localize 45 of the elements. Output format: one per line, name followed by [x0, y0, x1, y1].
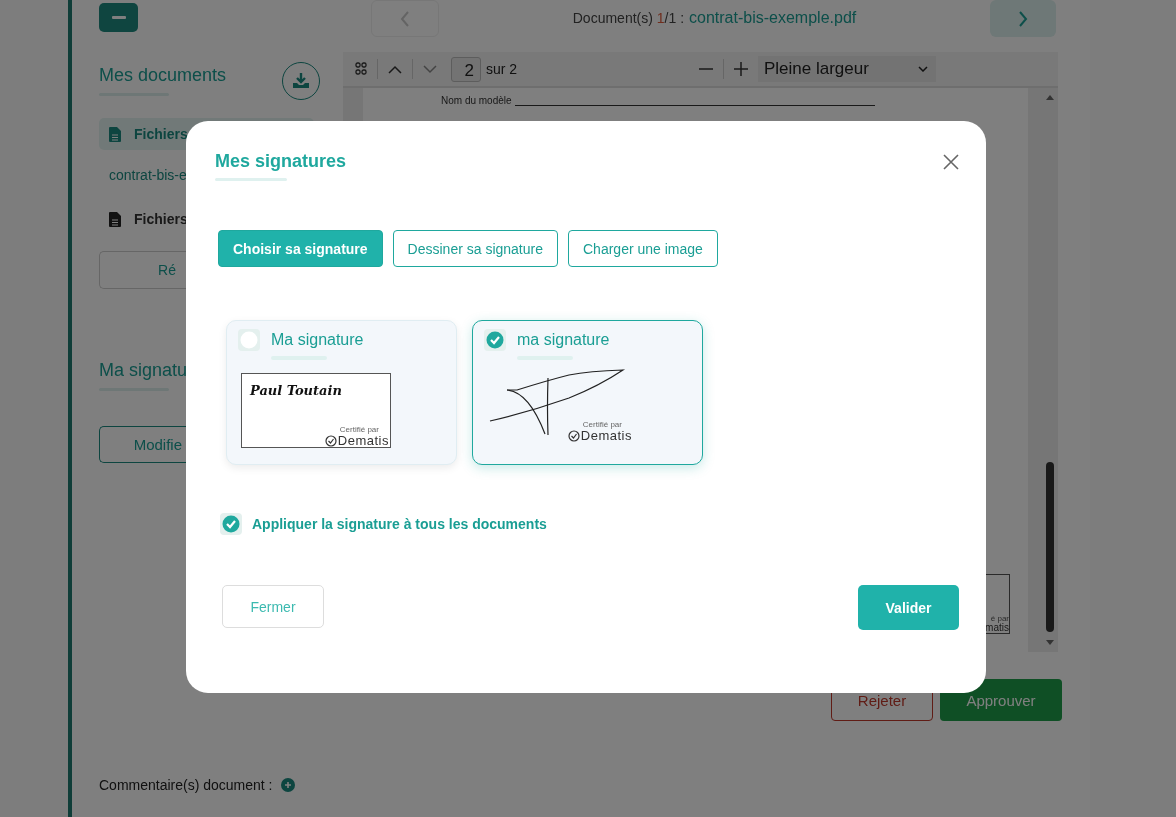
file-icon — [109, 126, 121, 142]
page-number-field[interactable]: 2 — [451, 56, 481, 82]
caret-icon — [918, 66, 928, 72]
tab[interactable]: Dessiner sa signature — [392, 230, 558, 267]
signature-image: Certifié par Dematis — [484, 366, 644, 446]
page-total: sur 2 — [486, 61, 518, 77]
scroll-up-icon[interactable] — [1044, 94, 1055, 100]
add-icon[interactable] — [280, 778, 295, 792]
signature-card[interactable]: Ma signature Paul Toutain Certifié par Dematis — [226, 320, 457, 465]
zoom-in-icon[interactable] — [734, 62, 748, 76]
minus-icon — [111, 15, 126, 20]
document-text: Nom du modèle — [441, 95, 512, 106]
close-icon[interactable] — [943, 154, 959, 170]
checkbox-label: Appliquer la signature à tous les documents — [252, 516, 547, 532]
tab[interactable]: Choisir sa signature — [218, 230, 383, 267]
chevron-down-icon[interactable] — [423, 64, 437, 74]
dialog-button[interactable]: Fermer — [222, 585, 324, 628]
section-title: Mes documents — [99, 64, 227, 86]
thumbnails-icon — [355, 62, 367, 76]
chevron-right-icon — [1018, 10, 1028, 27]
outline-button[interactable]: Modifie — [99, 426, 186, 463]
signature-card[interactable]: ma signature Certifié par Dematis — [472, 320, 703, 465]
signature-title: Ma signature — [271, 330, 364, 349]
dialog-button[interactable]: Valider — [858, 585, 959, 630]
comments-label: Commentaire(s) document : — [99, 777, 273, 793]
tab[interactable]: Charger une image — [568, 230, 718, 267]
download-button[interactable] — [282, 62, 320, 100]
collapse-button[interactable] — [99, 3, 138, 32]
dialog-title: Mes signatures — [215, 151, 347, 172]
signature-image: Paul Toutain Certifié par Dematis — [241, 373, 391, 448]
radio-checkbox[interactable] — [238, 329, 260, 351]
chevron-up-icon[interactable] — [388, 64, 402, 74]
download-icon — [291, 72, 311, 90]
checkbox[interactable] — [220, 513, 242, 535]
chevron-left-icon — [400, 10, 410, 27]
outline-button[interactable]: Ré — [99, 251, 186, 289]
file-icon — [109, 211, 121, 227]
scrollbar-thumb[interactable] — [1045, 462, 1054, 632]
file-name: contrat-bis-exemple.pdf — [689, 9, 857, 27]
scroll-down-icon[interactable] — [1044, 640, 1055, 646]
section-title: Ma signatu — [99, 360, 188, 381]
document-counter: Document(s) 1/1 : — [572, 10, 685, 27]
signature-title: ma signature — [517, 330, 610, 349]
zoom-select[interactable]: Pleine largeur — [758, 56, 936, 82]
radio-checkbox[interactable] — [484, 329, 506, 351]
